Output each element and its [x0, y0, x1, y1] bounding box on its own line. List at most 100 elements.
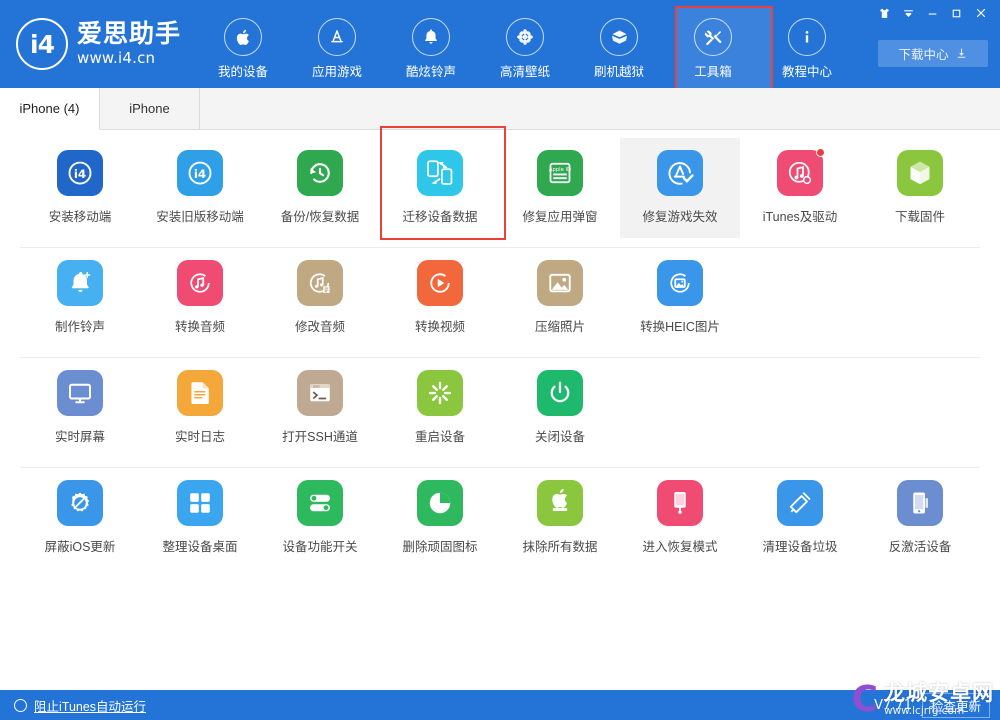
- tool-row-4: 屏蔽iOS更新 整理设备桌面 设备功能开关 删除顽固图标 抹除所有数据 进入恢复…: [0, 468, 1000, 578]
- tool-block-ios-update[interactable]: 屏蔽iOS更新: [20, 468, 140, 568]
- nav-item-apps-games[interactable]: 应用游戏: [290, 12, 384, 80]
- nav-item-wallpapers[interactable]: 高清壁纸: [478, 12, 572, 80]
- menu-dropdown-icon[interactable]: [897, 3, 920, 23]
- tool-organize-desktop[interactable]: 整理设备桌面: [140, 468, 260, 568]
- tool-delete-stubborn-icons[interactable]: 删除顽固图标: [380, 468, 500, 568]
- tab-label: iPhone: [129, 101, 170, 116]
- nav-item-ringtones[interactable]: 酷炫铃声: [384, 12, 478, 80]
- itunes-icon: [777, 148, 825, 196]
- close-icon[interactable]: [969, 3, 992, 23]
- toolbox-grid: i4 安装移动端 i4 安装旧版移动端 备份/恢复数据 迁移设备数据 Apple…: [0, 126, 1000, 690]
- radio-circle-icon: [14, 698, 27, 712]
- nav-item-my-device[interactable]: 我的设备: [196, 12, 290, 80]
- tool-fix-app-popup[interactable]: Apple ID 修复应用弹窗: [500, 138, 620, 238]
- tool-make-ringtone[interactable]: 制作铃声: [20, 248, 140, 348]
- tool-label: 打开SSH通道: [282, 430, 358, 444]
- tool-deactivate-device[interactable]: 反激活设备: [860, 468, 980, 568]
- tool-label: 制作铃声: [54, 320, 105, 334]
- svg-text:i4: i4: [194, 167, 206, 181]
- tool-label: 修复游戏失效: [642, 210, 718, 224]
- tool-realtime-log[interactable]: 实时日志: [140, 358, 260, 458]
- log-document-icon: [177, 370, 223, 416]
- nav-label: 工具箱: [694, 65, 732, 79]
- nav-item-tutorials[interactable]: 教程中心: [760, 12, 854, 80]
- tool-label: 迁移设备数据: [402, 210, 478, 224]
- tools-icon: [694, 18, 732, 56]
- appleid-card-icon: Apple ID: [537, 150, 583, 196]
- nav-label: 高清壁纸: [499, 65, 550, 79]
- logo-url: www.i4.cn: [77, 48, 156, 67]
- apple-erase-icon: [537, 480, 583, 526]
- tool-label: 下载固件: [894, 210, 945, 224]
- restart-burst-icon: [417, 370, 463, 416]
- nav-label: 我的设备: [217, 65, 268, 79]
- tool-itunes-drivers[interactable]: iTunes及驱动: [740, 138, 860, 238]
- box-open-icon: [600, 18, 638, 56]
- grid-squares-icon: [177, 480, 223, 526]
- tool-label: 抹除所有数据: [522, 540, 598, 554]
- status-right-group: V7.71 检查更新: [874, 692, 990, 718]
- tool-label: 反激活设备: [888, 540, 952, 554]
- appstore-icon: [318, 18, 356, 56]
- check-update-button[interactable]: 检查更新: [921, 692, 990, 718]
- tool-backup-restore[interactable]: 备份/恢复数据: [260, 138, 380, 238]
- nav-item-flash-jailbreak[interactable]: 刷机越狱: [572, 12, 666, 80]
- tool-label: 转换视频: [414, 320, 465, 334]
- skin-icon[interactable]: [873, 3, 896, 23]
- tool-label: 修改音频: [294, 320, 345, 334]
- restore-clock-icon: [297, 150, 343, 196]
- tool-label: 整理设备桌面: [162, 540, 238, 554]
- apple-icon: [224, 18, 262, 56]
- app-header: i4 爱思助手 www.i4.cn 我的设备 应用游戏 酷炫铃声 高清壁纸 刷机…: [0, 0, 1000, 90]
- tool-open-ssh[interactable]: SSH 打开SSH通道: [260, 358, 380, 458]
- tool-label: 安装移动端: [48, 210, 112, 224]
- tool-convert-audio[interactable]: 转换音频: [140, 248, 260, 348]
- tool-install-legacy-mobile[interactable]: i4 安装旧版移动端: [140, 138, 260, 238]
- tool-install-mobile[interactable]: i4 安装移动端: [20, 138, 140, 238]
- image-compress-icon: [537, 260, 583, 306]
- tool-label: 实时日志: [174, 430, 225, 444]
- tool-label: 屏蔽iOS更新: [44, 540, 116, 554]
- tab-iphone-4[interactable]: iPhone (4): [0, 88, 100, 130]
- window-controls: [873, 3, 992, 23]
- tool-edit-audio[interactable]: 修改音频: [260, 248, 380, 348]
- nav-label: 刷机越狱: [593, 65, 644, 79]
- tool-realtime-screen[interactable]: 实时屏幕: [20, 358, 140, 458]
- tool-download-firmware[interactable]: 下载固件: [860, 138, 980, 238]
- tool-fix-game-failure[interactable]: 修复游戏失效: [620, 138, 740, 238]
- tool-feature-switches[interactable]: 设备功能开关: [260, 468, 380, 568]
- pie-clock-icon: [417, 480, 463, 526]
- tool-shutdown-device[interactable]: 关闭设备: [500, 358, 620, 458]
- appstore-check-icon: [657, 150, 703, 196]
- power-icon: [537, 370, 583, 416]
- i4-logo-icon: i4: [16, 18, 68, 70]
- tool-erase-all-data[interactable]: 抹除所有数据: [500, 468, 620, 568]
- tool-compress-photo[interactable]: 压缩照片: [500, 248, 620, 348]
- video-play-icon: [417, 260, 463, 306]
- app-logo: i4 爱思助手 www.i4.cn: [16, 18, 181, 70]
- logo-mark-text: i4: [30, 29, 55, 59]
- tool-restart-device[interactable]: 重启设备: [380, 358, 500, 458]
- tool-label: iTunes及驱动: [762, 210, 838, 224]
- tool-convert-video[interactable]: 转换视频: [380, 248, 500, 348]
- block-gear-icon: [57, 480, 103, 526]
- version-label: V7.71: [874, 697, 912, 713]
- tool-label: 进入恢复模式: [642, 540, 718, 554]
- tab-iphone[interactable]: iPhone: [100, 88, 200, 129]
- block-itunes-toggle[interactable]: 阻止iTunes自动运行: [14, 696, 146, 715]
- minimize-icon[interactable]: [921, 3, 944, 23]
- maximize-icon[interactable]: [945, 3, 968, 23]
- nav-item-toolbox[interactable]: 工具箱: [666, 6, 773, 90]
- tool-label: 转换音频: [174, 320, 225, 334]
- tool-migrate-device-data[interactable]: 迁移设备数据: [380, 126, 506, 240]
- image-convert-icon: [657, 260, 703, 306]
- tool-label: 转换HEIC图片: [640, 320, 720, 334]
- tool-clean-device-junk[interactable]: 清理设备垃圾: [740, 468, 860, 568]
- download-center-button[interactable]: 下载中心: [878, 40, 988, 67]
- tool-convert-heic[interactable]: 转换HEIC图片: [620, 248, 740, 348]
- device-tabbar: iPhone (4) iPhone: [0, 88, 1000, 130]
- tool-recovery-mode[interactable]: 进入恢复模式: [620, 468, 740, 568]
- tool-label: 清理设备垃圾: [762, 540, 838, 554]
- tab-label: iPhone (4): [19, 101, 80, 116]
- i4-app-icon: i4: [57, 150, 103, 196]
